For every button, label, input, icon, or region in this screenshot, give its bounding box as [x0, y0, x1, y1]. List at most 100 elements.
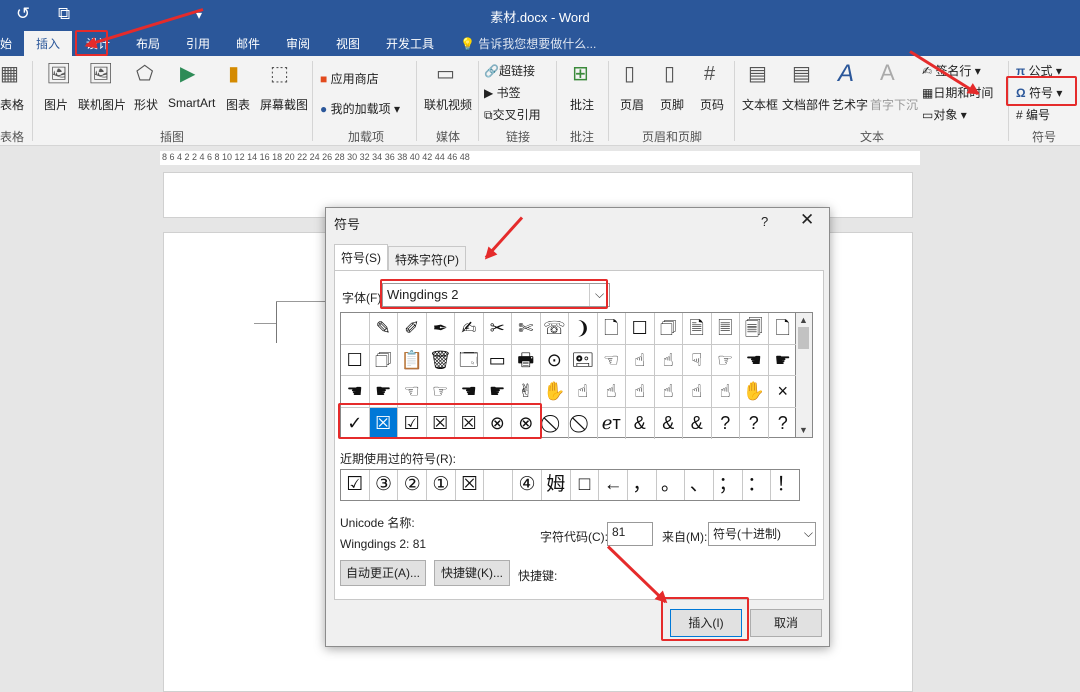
symbol-cell[interactable]: ✋ [740, 376, 769, 408]
symbol-cell[interactable]: ☝ [569, 376, 598, 408]
autocorrect-button[interactable]: 自动更正(A)... [340, 560, 426, 586]
pictures-icon[interactable]: 🖼 [46, 64, 71, 84]
object-button[interactable]: ▭对象 ▾ [922, 106, 967, 123]
screenshot-icon[interactable]: ⬚ [270, 64, 289, 84]
recent-symbol-cell[interactable]: ☒ [456, 470, 485, 500]
symbol-cell[interactable]: 🗐 [740, 313, 769, 345]
symbol-cell[interactable]: 🖶 [512, 344, 541, 376]
symbol-cell[interactable]: ☜ [597, 344, 626, 376]
tab-symbols[interactable]: 符号(S) [334, 244, 388, 271]
scroll-thumb[interactable] [798, 327, 809, 349]
symbol-cell[interactable]: ⊙ [540, 344, 569, 376]
tab-layout[interactable]: 布局 [136, 35, 160, 52]
recent-symbol-cell[interactable]: ② [398, 470, 428, 500]
symbol-cell[interactable]: 🗑 [426, 344, 455, 376]
symbol-cell[interactable]: ✐ [398, 313, 427, 345]
symbol-cell[interactable]: ☛ [768, 345, 797, 376]
symbol-cell[interactable]: ✒ [426, 313, 455, 345]
screenshot-label[interactable]: 屏幕截图 [260, 96, 308, 113]
chart-label[interactable]: 图表 [226, 96, 250, 113]
shortcut-key-button[interactable]: 快捷键(K)... [434, 560, 510, 586]
comment-label[interactable]: 批注 [570, 96, 594, 113]
symbol-cell[interactable]: ☐ [626, 313, 655, 345]
recent-symbol-cell[interactable]: 。 [657, 470, 686, 500]
symbol-cell[interactable]: ☞ [711, 344, 740, 376]
recent-symbol-cell[interactable]: □ [571, 470, 600, 500]
symbol-cell[interactable]: 📋 [398, 344, 427, 376]
quick-parts-label[interactable]: 文档部件 [782, 96, 830, 113]
help-icon[interactable]: ? [761, 214, 768, 229]
symbol-cell[interactable]: ☐ [341, 344, 370, 376]
tab-developer[interactable]: 开发工具 [386, 35, 434, 52]
tab-review[interactable]: 审阅 [286, 35, 310, 52]
store-button[interactable]: ■ 应用商店 [320, 70, 379, 87]
recent-symbol-cell[interactable] [485, 470, 514, 500]
page-number-label[interactable]: 页码 [700, 96, 724, 113]
online-pictures-label[interactable]: 联机图片 [78, 96, 126, 113]
bookmark-button[interactable]: ▶ 书签 [484, 84, 521, 101]
tab-references[interactable]: 引用 [186, 35, 210, 52]
tab-special-characters[interactable]: 特殊字符(P) [388, 246, 466, 270]
symbol-cell[interactable]: & [655, 407, 683, 439]
horizontal-ruler[interactable]: 8 6 4 2 2 4 6 8 10 12 14 16 18 20 22 24 … [160, 151, 920, 165]
symbol-cell[interactable]: ⃠ [541, 407, 569, 439]
chart-icon[interactable]: ▮ [228, 64, 239, 84]
symbol-cell[interactable]: ☝ [711, 376, 740, 408]
footer-label[interactable]: 页脚 [660, 96, 684, 113]
symbol-cell[interactable]: ☝ [654, 344, 683, 376]
symbol-cell[interactable]: ? [712, 407, 740, 439]
symbol-cell[interactable]: 🗏 [711, 313, 740, 345]
symbol-cell[interactable]: ✄ [512, 313, 541, 345]
drop-cap-icon[interactable]: A [880, 62, 895, 84]
wordart-label[interactable]: 艺术字 [832, 96, 868, 113]
recent-symbol-cell[interactable]: 、 [685, 470, 715, 500]
symbol-cell[interactable]: ☝ [626, 344, 655, 376]
symbol-cell[interactable]: ✍ [455, 313, 484, 345]
symbol-cell[interactable]: ☝ [683, 376, 712, 408]
symbol-cell[interactable]: × [768, 376, 797, 408]
wordart-icon[interactable]: A [838, 62, 854, 86]
header-icon[interactable]: ▯ [624, 64, 635, 84]
online-video-icon[interactable]: ▭ [436, 64, 455, 84]
symbol-cell[interactable]: ⃠ [569, 407, 598, 439]
symbol-cell[interactable]: 🗋 [597, 313, 626, 345]
symbol-cell[interactable]: ✎ [369, 313, 398, 345]
symbol-cell[interactable]: ▭ [483, 344, 512, 376]
recent-symbol-cell[interactable]: ☑ [341, 470, 370, 500]
date-time-button[interactable]: ▦日期和时间 [922, 84, 993, 101]
recent-symbol-cell[interactable]: ① [427, 470, 456, 500]
symbol-cell[interactable]: ? [740, 407, 769, 439]
tab-home[interactable]: 始 [0, 35, 12, 52]
my-addins-button[interactable]: ● 我的加载项 ▾ [320, 100, 400, 117]
tab-insert[interactable]: 插入 [24, 31, 73, 56]
tell-me-search[interactable]: 💡 告诉我您想要做什么... [460, 35, 596, 52]
symbol-cell[interactable]: ✋ [540, 376, 569, 408]
symbol-cell[interactable]: ☚ [740, 344, 769, 376]
pictures-label[interactable]: 图片 [44, 96, 68, 113]
quick-parts-icon[interactable]: ▤ [792, 64, 811, 84]
recent-symbol-cell[interactable]: ： [743, 470, 772, 500]
online-video-label[interactable]: 联机视频 [424, 96, 472, 113]
scroll-down-icon[interactable]: ▼ [799, 425, 808, 435]
symbol-cell[interactable]: ℯᴛ [598, 407, 626, 439]
symbol-cell[interactable] [341, 313, 370, 345]
online-pictures-icon[interactable]: 🖼 [88, 64, 113, 84]
symbol-cell[interactable]: ? [769, 408, 798, 440]
from-select[interactable]: 符号(十进制) ⌵ [708, 522, 816, 546]
symbol-cell[interactable]: ☝ [626, 376, 655, 408]
close-icon[interactable]: ✕ [800, 210, 814, 230]
chevron-down-icon[interactable]: ⌵ [804, 526, 813, 541]
header-label[interactable]: 页眉 [620, 96, 644, 113]
smartart-icon[interactable]: ▶ [180, 64, 195, 84]
drop-cap-label[interactable]: 首字下沉 [870, 96, 918, 113]
hyperlink-button[interactable]: 🔗超链接 [484, 62, 535, 79]
symbol-cell[interactable]: 🗇 [369, 344, 398, 376]
tab-mailings[interactable]: 邮件 [236, 35, 260, 52]
recent-symbol-cell[interactable]: ③ [370, 470, 399, 500]
symbol-cell[interactable]: 🗔 [455, 344, 484, 376]
table-icon[interactable]: ▦ [0, 64, 19, 84]
shapes-label[interactable]: 形状 [134, 96, 158, 113]
symbol-cell[interactable]: 🗎 [683, 313, 712, 345]
recent-symbol-cell[interactable]: ← [599, 470, 628, 500]
symbol-cell[interactable]: 🗇 [654, 313, 683, 345]
